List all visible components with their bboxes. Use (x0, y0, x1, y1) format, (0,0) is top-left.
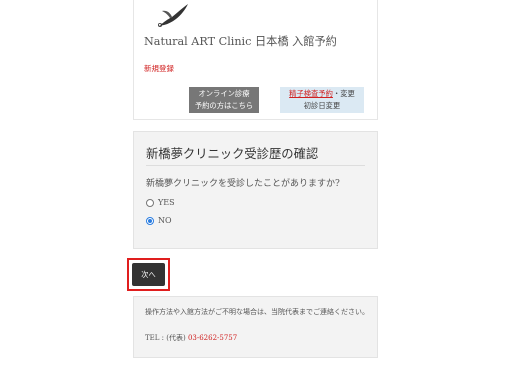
online-consultation-button[interactable]: オンライン診療 予約の方はこちら (189, 87, 259, 113)
first-visit-change-link[interactable]: 初診日変更 (280, 100, 364, 112)
question-title: 新橋夢クリニック受診歴の確認 (146, 147, 319, 161)
info-card: 操作方法や入館方法がご不明な場合は、当院代表までご連絡ください。 TEL : (… (133, 296, 378, 358)
sperm-test-suffix: ・変更 (332, 89, 355, 98)
yes-option[interactable]: YES (146, 198, 175, 207)
page: Natural ART Clinic 日本橋 入館予約 新規登録 オンライン診療… (0, 0, 511, 368)
info-tel: TEL : (代表) 03-6262-5757 (145, 333, 237, 343)
next-button[interactable]: 次へ (132, 263, 165, 286)
no-option[interactable]: NO (146, 216, 172, 225)
clinic-header-card: Natural ART Clinic 日本橋 入館予約 新規登録 オンライン診療… (133, 0, 378, 120)
visit-history-card: 新橋夢クリニック受診歴の確認 新橋夢クリニックを受診したことがありますか? YE… (133, 131, 378, 249)
next-button-highlight: 次へ (127, 258, 170, 291)
divider (146, 165, 365, 166)
sperm-test-box: 精子検査予約・変更 初診日変更 (280, 87, 364, 113)
bird-logo-icon (158, 4, 188, 27)
no-radio[interactable] (146, 216, 154, 225)
yes-label: YES (158, 198, 175, 207)
info-text: 操作方法や入館方法がご不明な場合は、当院代表までご連絡ください。 (145, 308, 369, 316)
new-register-link[interactable]: 新規登録 (144, 63, 174, 74)
tel-prefix: TEL : (代表) (145, 334, 188, 342)
clinic-title: Natural ART Clinic 日本橋 入館予約 (144, 35, 337, 48)
tel-number-link[interactable]: 03-6262-5757 (188, 334, 237, 342)
no-label: NO (158, 216, 172, 225)
online-button-line1: オンライン診療 (198, 89, 250, 98)
sperm-test-link[interactable]: 精子検査予約 (289, 89, 333, 98)
yes-radio[interactable] (146, 198, 154, 207)
online-button-line2: 予約の方はこちら (194, 101, 254, 110)
question-text: 新橋夢クリニックを受診したことがありますか? (146, 179, 340, 189)
